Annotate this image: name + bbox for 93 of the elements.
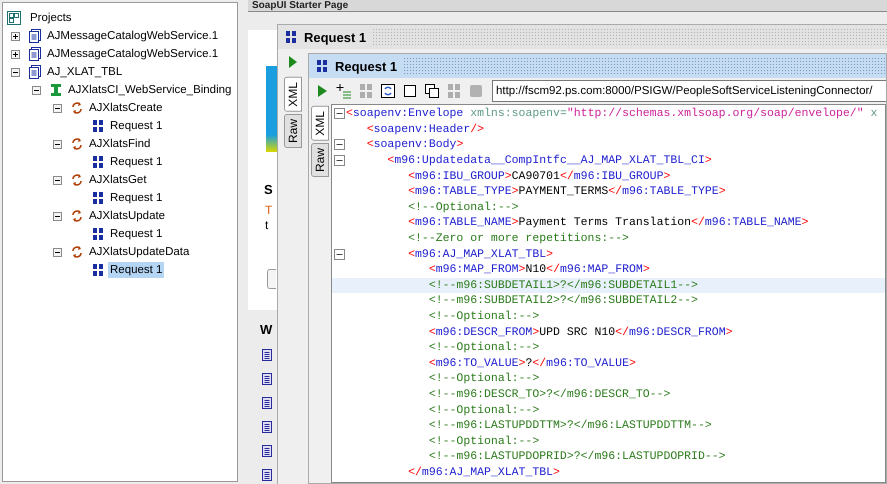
tree-item[interactable]: Request 1: [108, 190, 164, 206]
tab-title[interactable]: SoapUI Starter Page: [248, 0, 348, 11]
code-line: <!--m96:DESCR_TO>?</m96:DESCR_TO-->: [428, 386, 670, 402]
page-heading: S: [264, 182, 274, 197]
code-line: <!--Zero or more repetitions:-->: [407, 231, 629, 246]
code-line: <!--m96:SUBDETAIL2>?</m96:SUBDETAIL2-->: [428, 293, 698, 308]
vertical-tab[interactable]: XML: [311, 106, 329, 141]
collapse-icon[interactable]: [53, 248, 62, 256]
collapse-icon[interactable]: [53, 212, 62, 220]
collapse-icon[interactable]: [53, 104, 62, 112]
expand-icon[interactable]: [11, 32, 20, 40]
code-line: <!--Optional:-->: [428, 434, 540, 449]
collapse-icon[interactable]: [11, 68, 20, 76]
page-button[interactable]: [267, 269, 276, 289]
section-heading: W: [260, 322, 272, 337]
vertical-tab[interactable]: XML: [284, 77, 302, 112]
tree-item[interactable]: AJMessageCatalogWebService.1: [45, 46, 220, 62]
code-line: <m96:TO_VALUE>?</m96:TO_VALUE>: [428, 356, 636, 371]
code-line: <!--Optional:-->: [407, 200, 519, 215]
url-field[interactable]: http://fscm92.ps.com:8000/PSIGW/PeopleSoftServiceListeningConnector/: [492, 80, 886, 102]
document-stack-icon: [28, 47, 42, 61]
page-text: t: [265, 218, 270, 233]
tree-item[interactable]: AJ_XLAT_TBL: [45, 64, 124, 80]
request-icon: [91, 227, 105, 241]
document-icon[interactable]: [262, 469, 272, 481]
tree-item[interactable]: Request 1: [108, 226, 164, 242]
format-icon[interactable]: [380, 83, 396, 99]
collapse-icon[interactable]: [334, 155, 344, 166]
document-stack-icon: [28, 65, 42, 79]
collapse-icon[interactable]: [334, 139, 344, 150]
request-icon: [91, 191, 105, 205]
code-line: <!--Optional:-->: [428, 371, 540, 386]
collapse-icon[interactable]: [334, 248, 344, 260]
vertical-tab[interactable]: Raw: [311, 142, 329, 177]
circular-arrows-icon: [70, 173, 84, 187]
document-stack-icon: [28, 29, 42, 43]
request-icon: [315, 59, 329, 73]
copy-icon[interactable]: [424, 83, 440, 99]
code-line: <!--m96:LASTUPDDTTM>?</m96:LASTUPDDTTM-->: [428, 418, 712, 434]
code-line: <!--Optional:-->: [428, 309, 540, 324]
code-line: <soapenv:Envelope xmlns:soapenv="http://schemas.xmlsoap.org/soap/envelope/" x: [346, 106, 878, 122]
code-line: <m96:MAP_FROM>N10</m96:MAP_FROM>: [428, 262, 650, 278]
document-icon[interactable]: [262, 421, 272, 433]
code-line: <m96:AJ_MAP_XLAT_TBL>: [407, 246, 554, 262]
code-line: <soapenv:Body>: [366, 137, 464, 152]
tree-item[interactable]: AJXlatsCreate: [87, 100, 165, 116]
collapse-icon[interactable]: [32, 86, 41, 94]
code-line: <soapenv:Header/>: [366, 122, 484, 137]
document-icon[interactable]: [262, 397, 272, 409]
circular-arrows-icon: [70, 137, 84, 151]
code-line: <!--Optional:-->: [428, 340, 540, 356]
tree-item[interactable]: AJXlatsCI_WebService_Binding: [66, 82, 234, 98]
code-line: <m96:Updatedata__CompIntfc__AJ_MAP_XLAT_TBL_CI>: [386, 153, 712, 168]
collapse-icon[interactable]: [53, 140, 62, 148]
code-line: <m96:TABLE_TYPE>PAYMENT_TERMS</m96:TABLE_TYPE>: [407, 184, 726, 200]
collapse-icon[interactable]: [53, 176, 62, 184]
tree-item[interactable]: Projects: [28, 10, 74, 26]
request-icon: [284, 30, 298, 44]
window-title: Request 1: [304, 30, 366, 44]
code-line: <m96:IBU_GROUP>CA90701</m96:IBU_GROUP>: [407, 168, 670, 184]
tree-item[interactable]: AJXlatsFind: [87, 136, 152, 152]
tree-item[interactable]: AJXlatsUpdateData: [87, 244, 192, 260]
code-editor[interactable]: [331, 104, 886, 483]
add-lines-icon[interactable]: [336, 83, 352, 99]
request-icon: [91, 119, 105, 133]
vertical-tab[interactable]: Raw: [284, 114, 302, 148]
circular-arrows-icon: [70, 101, 84, 115]
document-icon[interactable]: [262, 373, 272, 385]
tree-item[interactable]: Request 1: [108, 118, 164, 134]
code-line: </m96:AJ_MAP_XLAT_TBL>: [407, 464, 560, 480]
expand-icon[interactable]: [11, 50, 20, 58]
code-line: <m96:DESCR_FROM>UPD SRC N10</m96:DESCR_FROM>: [428, 324, 733, 340]
code-line: <!--Optional:-->: [428, 402, 540, 418]
square-icon[interactable]: [402, 83, 418, 99]
request-icon: [91, 155, 105, 169]
tree-item[interactable]: Request 1: [108, 154, 164, 170]
document-icon[interactable]: [262, 445, 272, 457]
window-title: Request 1: [335, 58, 398, 74]
page-text: T: [265, 203, 274, 218]
collapse-icon[interactable]: [334, 108, 344, 120]
code-line: <!--m96:LASTUPDOPRID>?</m96:LASTUPDOPRID-->: [428, 449, 726, 464]
tree-item[interactable]: Request 1: [108, 262, 164, 278]
circular-arrows-icon: [70, 209, 84, 223]
code-line: <m96:TABLE_NAME>Payment Terms Translation</m96:TABLE_NAME>: [407, 215, 808, 230]
document-icon[interactable]: [262, 349, 272, 361]
tree-item[interactable]: AJMessageCatalogWebService.1: [45, 28, 220, 44]
tree-item[interactable]: AJXlatsGet: [87, 172, 149, 188]
i-beam-icon: [49, 83, 63, 97]
request-icon: [91, 263, 105, 277]
code-line: <!--m96:SUBDETAIL1>?</m96:SUBDETAIL1-->: [428, 278, 698, 293]
tree-item[interactable]: AJXlatsUpdate: [87, 208, 168, 224]
circular-arrows-icon: [70, 245, 84, 259]
projects-icon: [7, 11, 21, 25]
